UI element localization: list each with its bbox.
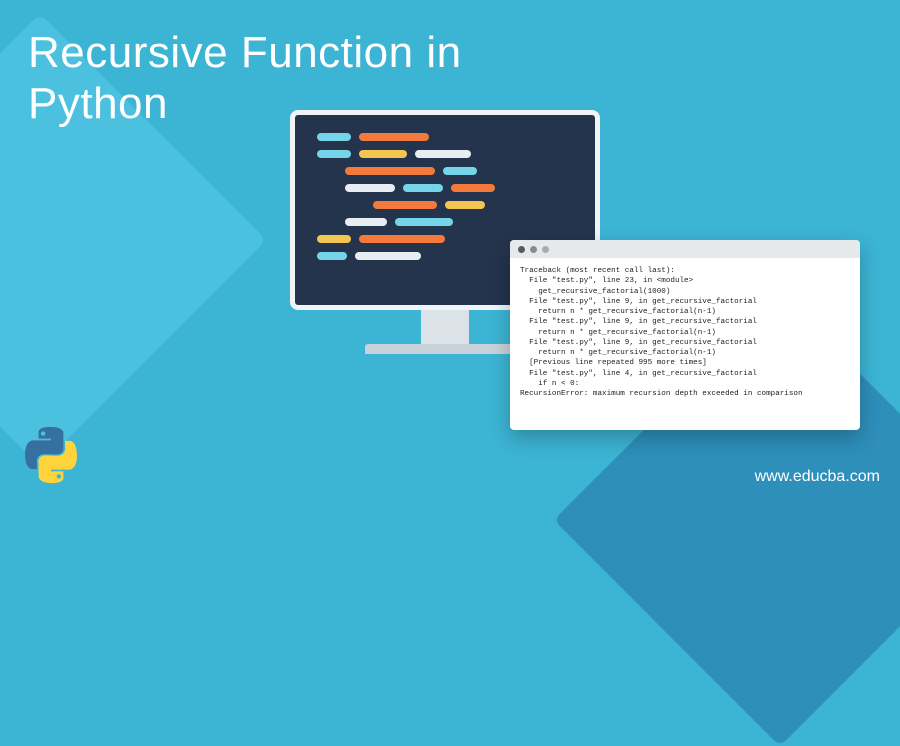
monitor-stand-base bbox=[365, 344, 525, 354]
terminal-window: Traceback (most recent call last): File … bbox=[510, 240, 860, 430]
close-icon bbox=[518, 246, 525, 253]
python-logo-icon bbox=[20, 424, 82, 486]
terminal-output: Traceback (most recent call last): File … bbox=[510, 258, 860, 407]
maximize-icon bbox=[542, 246, 549, 253]
monitor-stand-neck bbox=[421, 310, 469, 344]
terminal-titlebar bbox=[510, 240, 860, 258]
site-url: www.educba.com bbox=[755, 468, 880, 486]
minimize-icon bbox=[530, 246, 537, 253]
